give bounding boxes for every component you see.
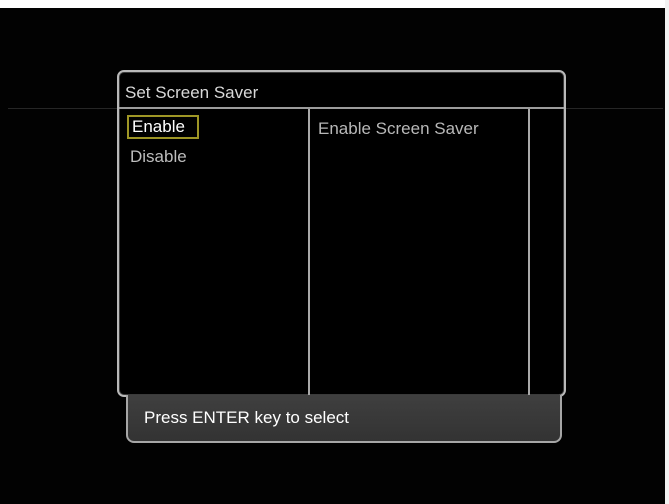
dialog-title: Set Screen Saver	[125, 83, 259, 102]
column-divider-left	[308, 109, 310, 395]
help-bar: Press ENTER key to select	[126, 395, 562, 443]
option-list: Enable Disable	[127, 115, 302, 175]
option-enable[interactable]: Enable	[127, 115, 199, 139]
screen-right-edge	[665, 0, 669, 504]
screen-saver-settings-screen: Set Screen Saver Enable Disable Enable S…	[0, 0, 669, 504]
column-divider-right	[528, 109, 530, 395]
option-description: Enable Screen Saver	[318, 119, 479, 138]
screen-top-edge	[0, 0, 669, 8]
dialog-title-bar: Set Screen Saver	[119, 72, 564, 109]
screen-saver-dialog: Set Screen Saver Enable Disable Enable S…	[117, 70, 566, 397]
option-disable[interactable]: Disable	[127, 145, 302, 169]
help-text: Press ENTER key to select	[144, 408, 350, 427]
